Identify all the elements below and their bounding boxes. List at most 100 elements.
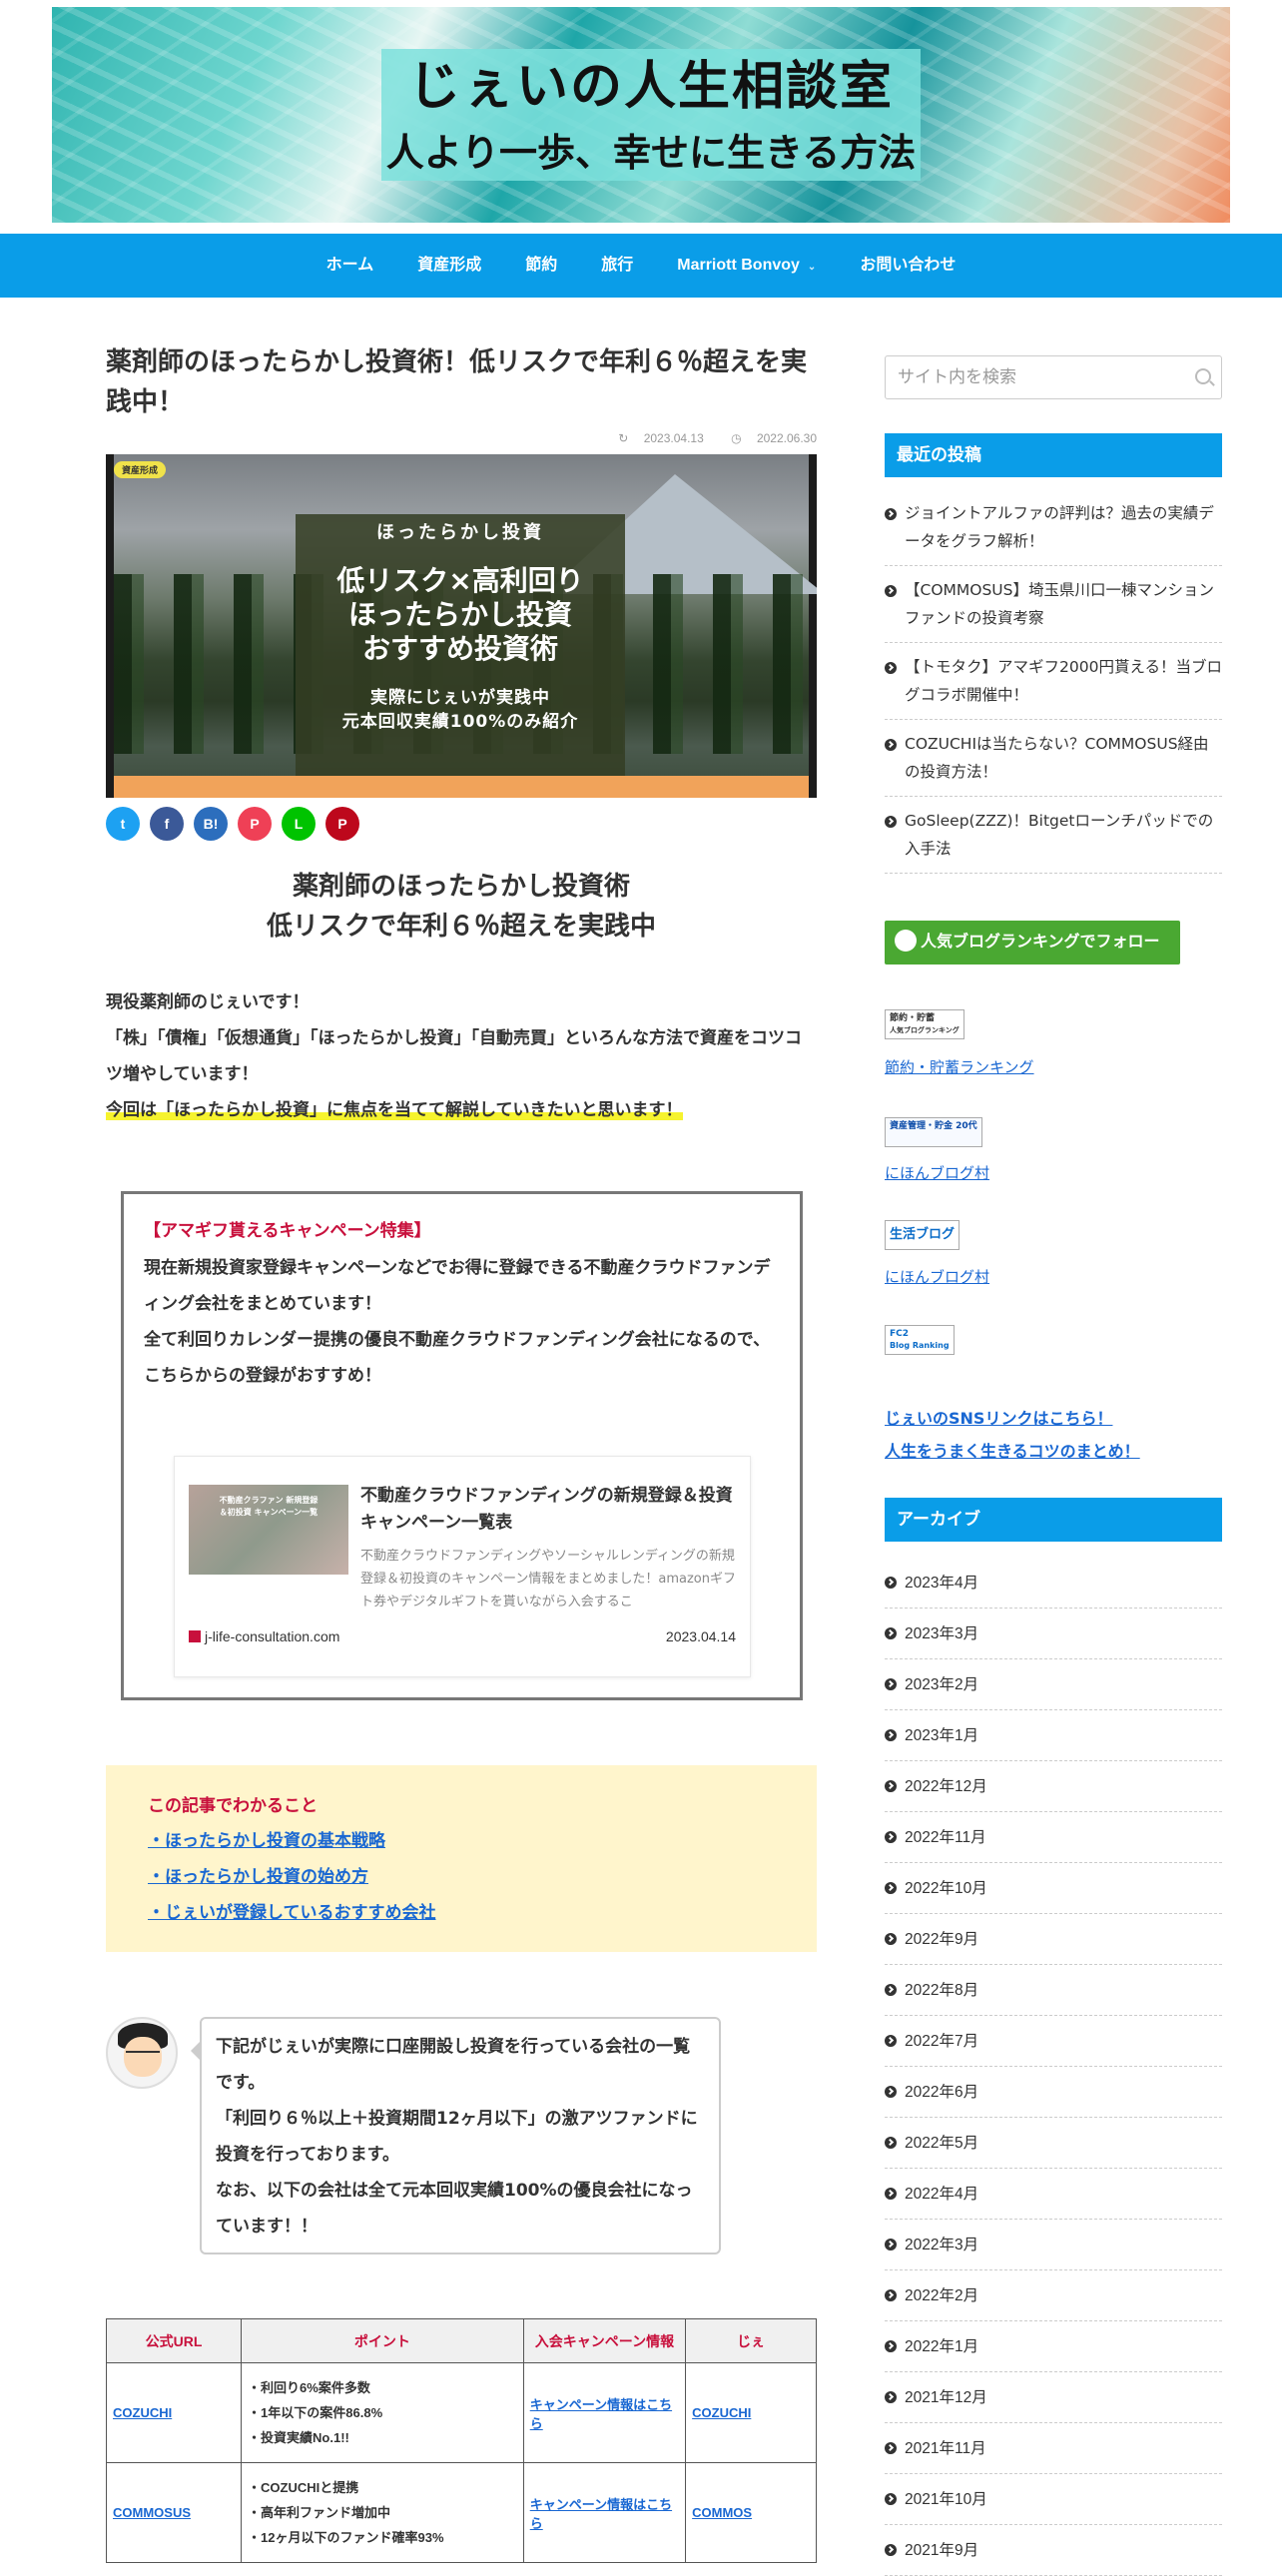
- list-item[interactable]: 2022年4月: [885, 2169, 1222, 2220]
- list-item[interactable]: 2022年11月: [885, 1812, 1222, 1863]
- list-item[interactable]: 2022年12月: [885, 1761, 1222, 1812]
- company-link-commosus[interactable]: COMMOSUS: [113, 2505, 191, 2520]
- intro-highlight: 今回は「ほったらかし投資」に焦点を当てて解説していきたいと思います！: [106, 1100, 683, 1120]
- post-title: 薬剤師のほったらかし投資術！低リスクで年利６％超えを実践中！: [106, 346, 808, 416]
- eyecatch-line-1: ほったらかし投資: [376, 522, 544, 543]
- list-item[interactable]: 2022年8月: [885, 1965, 1222, 2016]
- intro-text: 現役薬剤師のじぇいです！ 「株」「債権」「仮想通貨」「ほったらかし投資」「自動売…: [106, 984, 817, 1128]
- list-item[interactable]: 2023年2月: [885, 1659, 1222, 1710]
- bubble-line-1: 下記がじぇいが実際に口座開設し投資を行っている会社の一覧です。: [216, 2037, 691, 2093]
- list-item[interactable]: COZUCHIは当たらない？COMMOSUS経由の投資方法！: [885, 720, 1222, 797]
- eyecatch-bottom-bar: [114, 776, 809, 798]
- table-row: COZUCHI ・利回り6%案件多数 ・1年以下の案件86.8% ・投資実績No…: [106, 2362, 817, 2463]
- list-item[interactable]: 2022年9月: [885, 1914, 1222, 1965]
- bubble-line-3: なお、以下の会社は全て元本回収実績100%の優良会社になっています！！: [216, 2181, 693, 2237]
- table-cell-extra: COMMOS: [685, 2462, 817, 2563]
- campaign-link-commosus[interactable]: キャンペーン情報はこちら: [530, 2497, 672, 2531]
- site-title[interactable]: じぇいの人生相談室: [381, 49, 921, 125]
- category-badge[interactable]: 資産形成: [114, 461, 167, 478]
- pinterest-icon[interactable]: P: [325, 807, 359, 841]
- intro-line-1: 現役薬剤師のじぇいです！: [106, 992, 310, 1012]
- ranking-badge-nihon-1[interactable]: 資産管理・貯金 20代: [885, 1117, 982, 1147]
- sns-link[interactable]: じぇいのSNSリンクはこちら！: [885, 1405, 1112, 1429]
- blog-card[interactable]: 不動産クラファン 新規登録＆初投資 キャンペーン一覧 不動産クラウドファンディン…: [174, 1456, 751, 1677]
- recent-posts-list: ジョイントアルファの評判は？過去の実績データをグラフ解析！ 【COMMOSUS】…: [885, 489, 1222, 874]
- list-item[interactable]: 2022年6月: [885, 2067, 1222, 2118]
- summary-link-strategy[interactable]: ・ほったらかし投資の基本戦略: [148, 1823, 436, 1859]
- heading-line-2: 低リスクで年利６％超えを実践中: [266, 912, 656, 942]
- clock-icon: ◷: [731, 431, 742, 445]
- card-thumbnail[interactable]: 不動産クラファン 新規登録＆初投資 キャンペーン一覧: [189, 1485, 348, 1575]
- col-header-url: 公式URL: [106, 2318, 243, 2363]
- summary-box: この記事でわかること ・ほったらかし投資の基本戦略 ・ほったらかし投資の始め方 …: [106, 1765, 817, 1952]
- header-banner[interactable]: じぇいの人生相談室 人より一歩、幸せに生きる方法: [52, 7, 1230, 223]
- avatar: [106, 2017, 178, 2089]
- list-item[interactable]: 2022年10月: [885, 1863, 1222, 1914]
- search-input[interactable]: サイト内を検索: [885, 355, 1222, 399]
- list-item[interactable]: 2022年2月: [885, 2270, 1222, 2321]
- ranking-link-saving[interactable]: 節約・貯蓄ランキング: [885, 1056, 1034, 1077]
- table-cell-points: ・利回り6%案件多数 ・1年以下の案件86.8% ・投資実績No.1!!: [241, 2362, 524, 2463]
- campaign-box: 【アマギフ貰えるキャンペーン特集】 現在新規投資家登録キャンペーンなどでお得に登…: [121, 1191, 803, 1700]
- blog-ranking-icon: [895, 930, 917, 952]
- recent-posts-title: 最近の投稿: [885, 433, 1222, 477]
- list-item[interactable]: 【トモタク】アマギフ2000円貰える！当ブログコラボ開催中！: [885, 643, 1222, 720]
- campaign-body: 現在新規投資家登録キャンペーンなどでお得に登録できる不動産クラウドファンディング…: [144, 1250, 783, 1394]
- extra-link-commosus[interactable]: COMMOS: [692, 2505, 752, 2520]
- list-item[interactable]: 2023年3月: [885, 1609, 1222, 1659]
- table-cell-extra: COZUCHI: [685, 2362, 817, 2463]
- list-item[interactable]: 2022年1月: [885, 2321, 1222, 2372]
- twitter-icon[interactable]: t: [106, 807, 140, 841]
- summary-link-start[interactable]: ・ほったらかし投資の始め方: [148, 1859, 436, 1895]
- ranking-badge-nihon-2[interactable]: 生活ブログ: [885, 1220, 961, 1250]
- table-cell-campaign: キャンペーン情報はこちら: [522, 2462, 687, 2563]
- list-item[interactable]: 2021年11月: [885, 2423, 1222, 2474]
- nav-item-marriott[interactable]: Marriott Bonvoy ⌄: [655, 234, 838, 298]
- facebook-icon[interactable]: f: [150, 807, 184, 841]
- nav-item-travel[interactable]: 旅行: [579, 234, 655, 298]
- list-item[interactable]: 2021年10月: [885, 2474, 1222, 2525]
- line-icon[interactable]: L: [282, 807, 316, 841]
- ranking-link-nihon-1[interactable]: にほんブログ村: [885, 1162, 989, 1183]
- pocket-icon[interactable]: P: [238, 807, 272, 841]
- campaign-body-1: 現在新規投資家登録キャンペーンなどでお得に登録できる不動産クラウドファンディング…: [144, 1258, 771, 1314]
- campaign-link-cozuchi[interactable]: キャンペーン情報はこちら: [530, 2397, 672, 2431]
- company-table: 公式URL ポイント 入会キャンペーン情報 じぇ COZUCHI ・利回り6%案…: [106, 2318, 817, 2563]
- nav-item-saving[interactable]: 節約: [503, 234, 579, 298]
- search-icon[interactable]: [1195, 368, 1211, 384]
- tips-link[interactable]: 人生をうまく生きるコツのまとめ！: [885, 1438, 1140, 1462]
- ranking-badge-saving[interactable]: 節約・貯蓄 人気ブログランキング: [885, 1009, 964, 1039]
- summary-link-companies[interactable]: ・じぇいが登録しているおすすめ会社: [148, 1895, 436, 1931]
- col-header-points: ポイント: [241, 2318, 524, 2363]
- nav-item-contact[interactable]: お問い合わせ: [838, 234, 977, 298]
- card-site: j-life-consultation.com: [189, 1628, 339, 1644]
- ranking-badge-fc2[interactable]: FC2 Blog Ranking: [885, 1325, 955, 1355]
- table-cell-campaign: キャンペーン情報はこちら: [522, 2362, 687, 2463]
- list-item[interactable]: GoSleep(ZZZ)！Bitgetローンチパッドでの入手法: [885, 797, 1222, 874]
- summary-list: ・ほったらかし投資の基本戦略 ・ほったらかし投資の始め方 ・じぇいが登録している…: [148, 1823, 436, 1931]
- list-item[interactable]: 2022年7月: [885, 2016, 1222, 2067]
- list-item[interactable]: 2021年9月: [885, 2525, 1222, 2576]
- post-dates: ↻ 2023.04.13 ◷ 2022.06.30: [594, 431, 817, 445]
- list-item[interactable]: 2022年5月: [885, 2118, 1222, 2169]
- col-header-campaign: 入会キャンペーン情報: [522, 2318, 687, 2363]
- ranking-link-nihon-2[interactable]: にほんブログ村: [885, 1266, 989, 1287]
- eyecatch-image: ほったらかし投資 低リスク×高利回り ほったらかし投資 おすすめ投資術 実際にじ…: [106, 454, 817, 798]
- nav-item-home[interactable]: ホーム: [305, 234, 396, 298]
- list-item[interactable]: 2023年1月: [885, 1710, 1222, 1761]
- hatena-icon[interactable]: B!: [194, 807, 228, 841]
- company-table-wrapper[interactable]: 公式URL ポイント 入会キャンペーン情報 じぇ COZUCHI ・利回り6%案…: [106, 2318, 817, 2564]
- list-item[interactable]: 【COMMOSUS】埼玉県川口一棟マンションファンドの投資考察: [885, 566, 1222, 643]
- nav-item-asset[interactable]: 資産形成: [395, 234, 503, 298]
- share-buttons: t f B! P L P: [106, 807, 369, 841]
- list-item[interactable]: 2022年3月: [885, 2220, 1222, 2270]
- list-item[interactable]: 2021年12月: [885, 2372, 1222, 2423]
- card-date: 2023.04.14: [665, 1628, 736, 1644]
- follow-button[interactable]: 人気ブログランキングでフォロー: [885, 921, 1180, 965]
- list-item[interactable]: ジョイントアルファの評判は？過去の実績データをグラフ解析！: [885, 489, 1222, 566]
- extra-link-cozuchi[interactable]: COZUCHI: [692, 2405, 751, 2420]
- list-item[interactable]: 2023年4月: [885, 1558, 1222, 1609]
- eyecatch-line-3: ほったらかし投資: [347, 598, 572, 631]
- card-title[interactable]: 不動産クラウドファンディングの新規登録＆投資キャンペーン一覧表: [360, 1483, 740, 1537]
- company-link-cozuchi[interactable]: COZUCHI: [113, 2405, 172, 2420]
